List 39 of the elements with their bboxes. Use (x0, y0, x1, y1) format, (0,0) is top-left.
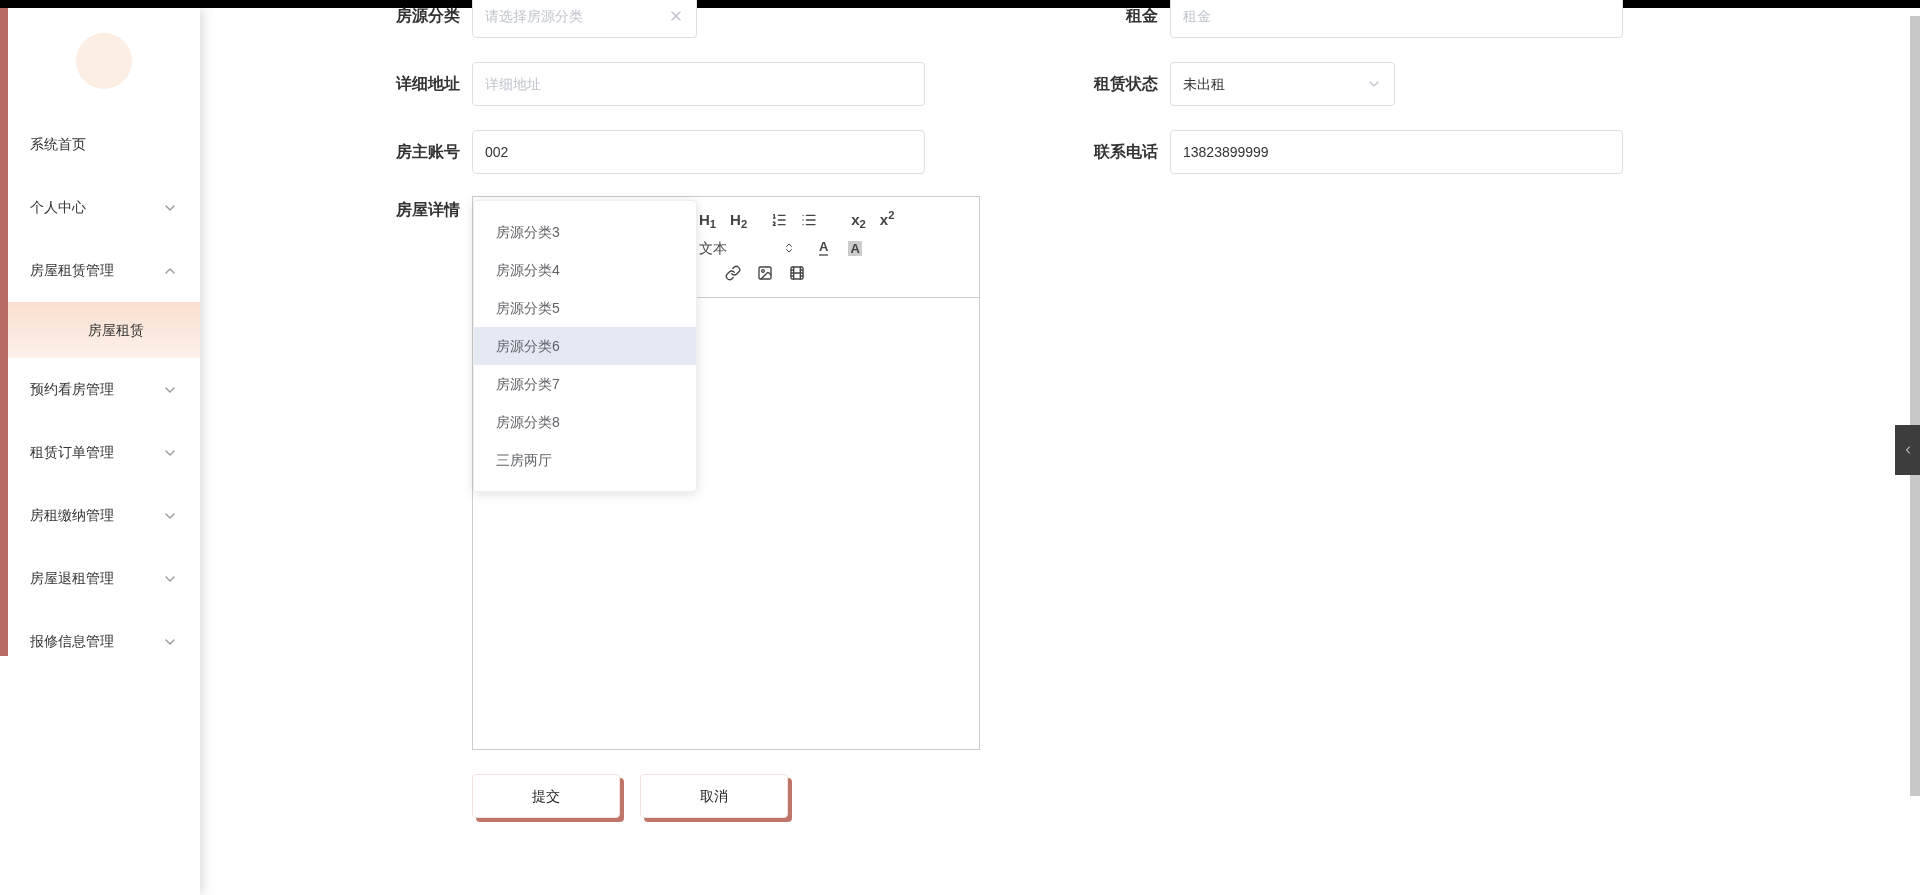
subscript-button[interactable]: x$_{2}$ (851, 209, 866, 232)
select-field[interactable]: 未出租 (1170, 62, 1395, 106)
heading-1-button[interactable]: H$_{1}$ (699, 209, 717, 232)
dropdown-option[interactable]: 房源分类8 (474, 403, 696, 441)
font-color-button[interactable]: A (819, 240, 829, 256)
ordered-list-icon[interactable] (771, 212, 788, 229)
superscript-button[interactable]: x$^{2}$ (879, 209, 895, 232)
field-label: 详细地址 (394, 74, 460, 94)
background-color-button[interactable]: A (848, 240, 862, 256)
field-label: 房主账号 (395, 142, 460, 162)
sidebar-subitem[interactable]: 房屋租赁 (8, 302, 200, 358)
scrollbar[interactable] (1910, 16, 1920, 796)
field-label: 房源分类 (395, 6, 460, 26)
sidebar-item[interactable]: 房租缴纳管理 (8, 484, 200, 547)
sidebar-item[interactable]: 系统首页 (8, 113, 200, 176)
field-label: 租赁状态 (1092, 74, 1158, 94)
sidebar-item[interactable]: 报修信息管理 (8, 610, 200, 673)
input-field[interactable]: 002 (472, 130, 925, 174)
input-field[interactable]: 13823899999 (1170, 130, 1623, 174)
dropdown-option[interactable]: 房源分类3 (474, 213, 696, 251)
sidebar-item[interactable]: 租赁订单管理 (8, 421, 200, 484)
video-icon[interactable] (789, 264, 805, 281)
dropdown-option[interactable]: 房源分类5 (474, 289, 696, 327)
heading-2-button[interactable]: H$_{2}$ (730, 209, 748, 232)
image-icon[interactable] (757, 264, 773, 281)
dropdown-option[interactable]: 房源分类7 (474, 365, 696, 403)
sidebar-item[interactable]: 预约看房管理 (8, 358, 200, 421)
sidebar-item[interactable]: 个人中心 (8, 176, 200, 239)
field-label: 房屋详情 (395, 200, 460, 220)
sidebar-item[interactable]: 房屋租赁管理 (8, 239, 200, 302)
dropdown-option[interactable]: 三房两厅 (474, 441, 696, 479)
dropdown-option[interactable]: 房源分类6 (474, 327, 696, 365)
text-style-select[interactable]: 文本 (699, 237, 799, 259)
field-label: 联系电话 (1093, 142, 1158, 162)
up-down-arrows-icon (783, 242, 795, 254)
link-icon[interactable] (725, 264, 741, 281)
dropdown-option[interactable]: 房源分类4 (474, 251, 696, 289)
sidebar-item[interactable]: 房屋退租管理 (8, 547, 200, 610)
field-label: 租金 (1124, 6, 1158, 26)
